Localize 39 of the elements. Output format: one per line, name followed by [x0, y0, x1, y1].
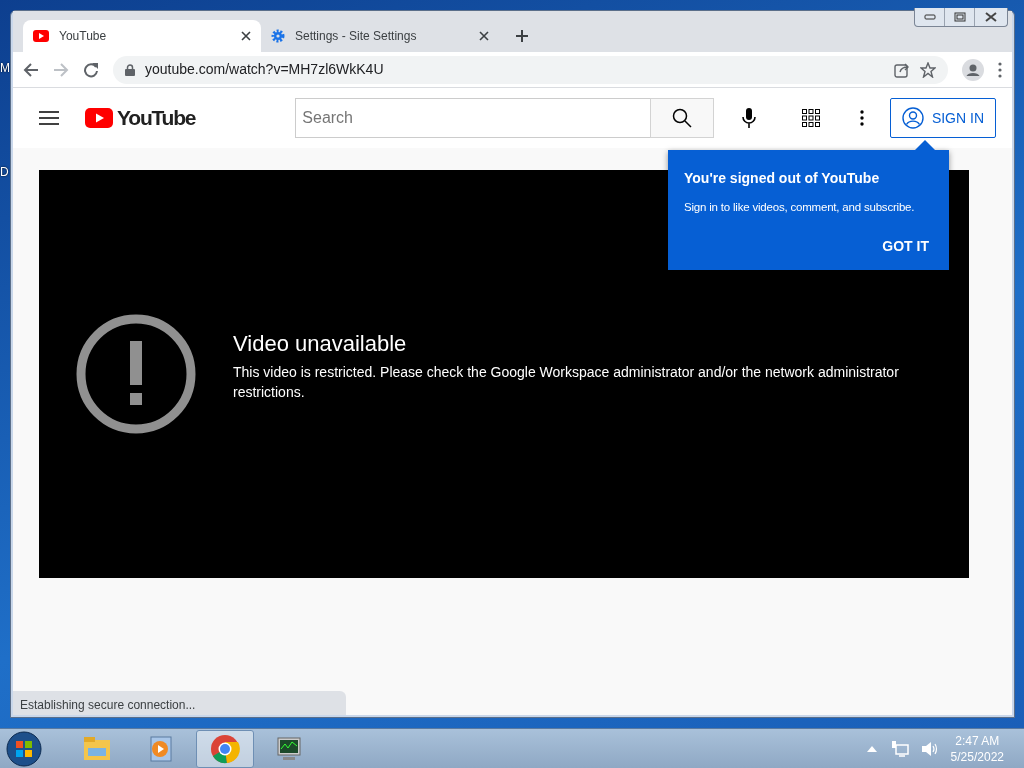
browser-tab[interactable]: YouTube	[23, 20, 261, 52]
close-icon[interactable]	[984, 12, 998, 22]
menu-icon[interactable]	[998, 61, 1002, 78]
new-tab-icon[interactable]	[515, 29, 529, 43]
browser-tab[interactable]: Settings - Site Settings	[261, 20, 499, 52]
exclamation-icon	[75, 313, 197, 435]
close-icon[interactable]	[479, 31, 489, 41]
search-button[interactable]	[649, 98, 714, 138]
minimize-icon[interactable]	[923, 13, 936, 21]
menu-icon[interactable]	[39, 110, 59, 126]
search-icon	[671, 108, 692, 128]
more-icon[interactable]	[859, 110, 864, 126]
maximize-icon[interactable]	[953, 12, 966, 22]
error-message: This video is restricted. Please check the Google Workspace administrator and/or the network administrator restrictions.	[233, 362, 900, 402]
desktop-icon-label[interactable]: D	[0, 163, 9, 181]
back-icon[interactable]	[23, 61, 39, 78]
desktop-icon-label[interactable]: M	[0, 59, 10, 77]
taskbar-button[interactable]	[196, 729, 254, 768]
popup-title: You're signed out of YouTube	[684, 169, 881, 188]
popup-text: Sign in to like videos, comment, and subscribe.	[684, 200, 916, 215]
share-icon[interactable]	[894, 61, 910, 78]
star-icon[interactable]	[920, 61, 936, 78]
reload-icon[interactable]	[83, 61, 99, 78]
close-icon[interactable]	[241, 31, 251, 41]
gear-icon	[271, 29, 285, 43]
youtube-logo[interactable]: YouTube	[85, 102, 196, 134]
chrome-icon	[210, 733, 240, 764]
account-icon	[901, 107, 924, 129]
sign-in-button[interactable]: SIGN IN	[889, 98, 996, 138]
lock-icon	[125, 63, 135, 76]
error-title: Video unavailable	[233, 329, 408, 358]
search-field[interactable]: Search	[295, 98, 650, 138]
got-it-button[interactable]: GOT IT	[878, 232, 933, 262]
apps-grid-icon[interactable]	[801, 109, 820, 127]
start-button[interactable]	[6, 730, 42, 767]
status-bubble: Establishing secure connection...	[13, 691, 346, 715]
microphone-icon[interactable]	[741, 108, 756, 128]
profile-icon[interactable]	[962, 58, 984, 81]
youtube-icon	[33, 30, 49, 42]
